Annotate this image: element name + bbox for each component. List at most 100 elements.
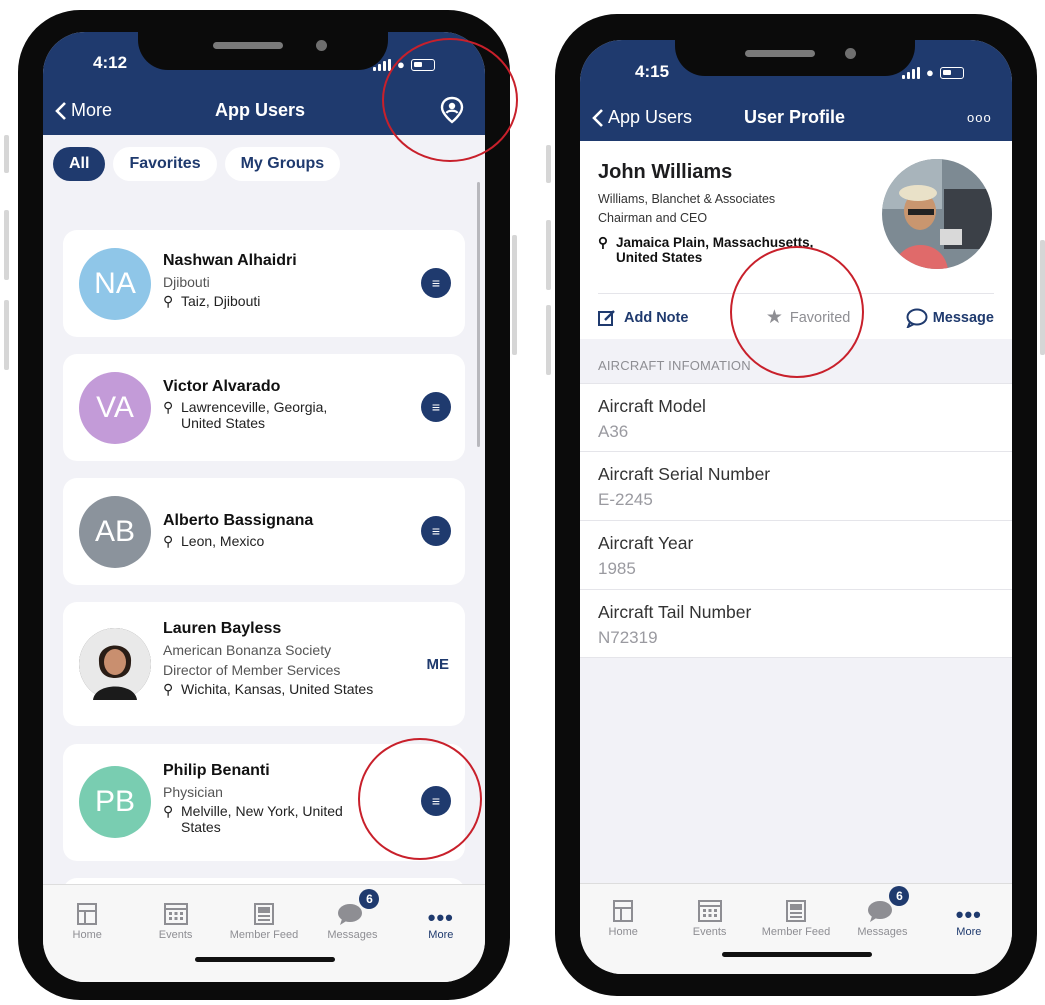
location-line-2: United States <box>616 250 703 265</box>
status-time: 4:15 <box>635 62 670 81</box>
chat-bubble-icon: ≡ <box>431 275 441 291</box>
annotation-circle-user-pin <box>382 38 518 162</box>
messages-badge: 6 <box>889 886 910 906</box>
location-pin-icon: ⚲ <box>163 803 174 819</box>
user-card[interactable]: AB Alberto Bassignana ⚲ Leon, Mexico ≡ <box>63 478 465 585</box>
user-name: Philip Benanti <box>163 762 270 779</box>
chat-bubble-icon: ≡ <box>431 399 441 415</box>
tab-label: Member Feed <box>229 929 299 941</box>
message-button[interactable]: Message <box>906 308 994 328</box>
user-name: Victor Alvarado <box>163 378 281 395</box>
user-country: Djibouti <box>163 274 210 290</box>
location-pin-icon: ⚲ <box>163 681 174 697</box>
profile-name: John Williams <box>598 161 733 183</box>
tab-label: Events <box>158 929 193 941</box>
user-name: Alberto Bassignana <box>163 512 314 529</box>
chat-bubble-icon <box>906 308 928 328</box>
back-label: More <box>71 100 113 120</box>
section-header: AIRCRAFT INFOMATION <box>598 358 751 373</box>
field-aircraft-model: Aircraft Model A36 <box>580 383 1012 452</box>
avatar: NA <box>79 248 151 320</box>
field-aircraft-tail-number: Aircraft Tail Number N72319 <box>580 590 1012 658</box>
tab-label: More <box>428 929 454 941</box>
user-location: ⚲ Wichita, Kansas, United States <box>163 681 373 698</box>
tab-messages[interactable]: 6 Messages <box>839 886 925 974</box>
avatar-photo <box>79 628 151 700</box>
calendar-icon <box>697 900 722 922</box>
back-button[interactable]: More <box>55 100 112 121</box>
avatar-initials: NA <box>94 267 136 300</box>
profile-photo <box>882 159 992 269</box>
add-note-button[interactable]: Add Note <box>598 309 688 327</box>
chip-all[interactable]: All <box>53 147 106 181</box>
field-value: E-2245 <box>598 490 653 509</box>
me-label: ME <box>426 656 450 673</box>
volume-up-button <box>546 220 551 290</box>
home-icon <box>77 903 98 925</box>
tab-label: Events <box>692 926 727 938</box>
tab-label: Home <box>608 926 638 938</box>
tab-messages[interactable]: 6 Messages <box>308 889 396 982</box>
message-button[interactable]: ≡ <box>421 516 451 546</box>
tab-label: More <box>956 926 982 938</box>
back-button[interactable]: App Users <box>592 107 692 128</box>
power-button <box>1040 240 1045 355</box>
chevron-left-icon <box>592 108 603 127</box>
tab-events[interactable]: Events <box>666 890 752 974</box>
tab-events[interactable]: Events <box>131 893 219 982</box>
field-value: N72319 <box>598 628 658 647</box>
tab-more[interactable]: ••• More <box>397 893 485 982</box>
tab-home[interactable]: Home <box>43 893 131 982</box>
tab-label: Messages <box>857 926 908 938</box>
feed-icon <box>786 900 807 922</box>
more-options-button[interactable]: ooo <box>967 110 992 125</box>
tab-bar: Home Events Member Feed 6 Messages ••• M… <box>43 884 485 982</box>
user-title: Physician <box>163 784 223 800</box>
location-text: Wichita, Kansas, United States <box>181 681 374 697</box>
field-label: Aircraft Model <box>598 396 706 416</box>
avatar-initials: AB <box>94 515 136 548</box>
user-location: ⚲ Lawrenceville, Georgia, United States <box>163 399 353 431</box>
tab-label: Messages <box>327 929 378 941</box>
user-card[interactable]: NA Nashwan Alhaidri Djibouti ⚲ Taiz, Djib… <box>63 230 465 337</box>
more-dots-icon: ••• <box>427 905 454 930</box>
page-title: App Users <box>215 100 306 120</box>
tab-label: Home <box>72 929 102 941</box>
location-text: Lawrenceville, Georgia, United States <box>181 399 328 431</box>
tab-more[interactable]: ••• More <box>926 890 1012 974</box>
tab-member-feed[interactable]: Member Feed <box>753 890 839 974</box>
chip-favorites[interactable]: Favorites <box>113 147 217 181</box>
field-aircraft-year: Aircraft Year 1985 <box>580 521 1012 590</box>
location-pin-icon: ⚲ <box>163 533 174 549</box>
avatar-initials: VA <box>96 391 134 424</box>
chevron-left-icon <box>55 101 66 120</box>
mute-switch <box>4 135 9 173</box>
message-label: Message <box>932 309 994 326</box>
user-card[interactable]: Lauren Bayless American Bonanza Society … <box>63 602 465 726</box>
location-pin-icon: ⚲ <box>598 235 608 250</box>
filter-chips: All Favorites My Groups <box>53 147 341 181</box>
field-label: Aircraft Tail Number <box>598 602 752 622</box>
tab-home[interactable]: Home <box>580 890 666 974</box>
location-text: Leon, Mexico <box>181 533 265 549</box>
volume-down-button <box>4 300 9 370</box>
right-phone: 4:15 ● App Users User Profile ooo John W… <box>549 8 1043 1002</box>
user-card[interactable]: VA Victor Alvarado ⚲ Lawrenceville, Georg… <box>63 354 465 461</box>
location-text: Taiz, Djibouti <box>181 293 261 309</box>
annotation-circle-message <box>358 738 482 860</box>
scrollbar[interactable] <box>477 182 480 447</box>
calendar-icon <box>163 903 188 925</box>
message-button[interactable]: ≡ <box>421 268 451 298</box>
message-button[interactable]: ≡ <box>421 392 451 422</box>
messages-badge: 6 <box>359 889 380 909</box>
field-aircraft-serial-number: Aircraft Serial Number E-2245 <box>580 452 1012 521</box>
field-value: A36 <box>598 422 629 441</box>
user-name: Lauren Bayless <box>163 620 282 637</box>
page-title: User Profile <box>744 107 846 127</box>
edit-note-icon <box>598 309 615 326</box>
tab-member-feed[interactable]: Member Feed <box>220 893 308 982</box>
wifi-icon: ● <box>926 65 934 80</box>
chip-my-groups[interactable]: My Groups <box>224 147 341 181</box>
annotation-circle-favorited <box>730 246 864 378</box>
user-organization: American Bonanza Society <box>163 642 332 658</box>
